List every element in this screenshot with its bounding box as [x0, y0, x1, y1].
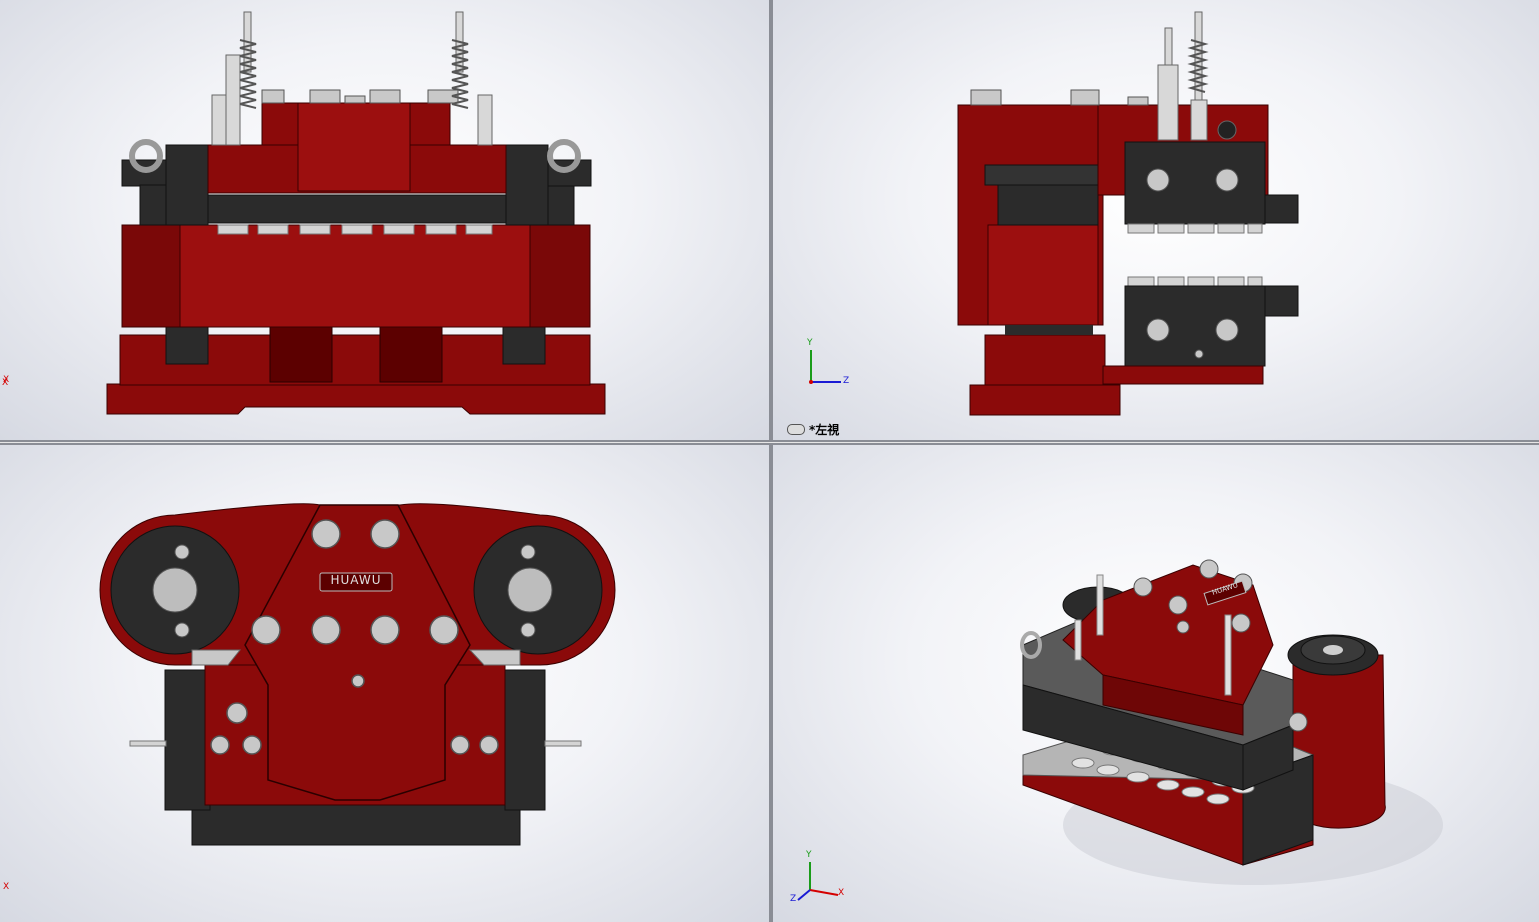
left-view-model[interactable]	[773, 0, 1539, 440]
viewport-left[interactable]: Y Z *左視	[773, 0, 1539, 440]
top-view-model[interactable]	[0, 445, 769, 922]
brand-label-top: HUAWU	[330, 573, 382, 587]
viewport-top[interactable]: HUAWU X	[0, 445, 769, 922]
left-triad-y: Y	[807, 338, 813, 348]
iso-triad-x: X	[838, 888, 845, 898]
viewport-isometric[interactable]: HUAWU Y X Z	[773, 445, 1539, 922]
front-view-model[interactable]	[0, 0, 769, 440]
iso-axis-triad: Y X Z	[788, 850, 848, 905]
top-triad-x: X	[3, 882, 10, 892]
iso-triad-z: Z	[790, 894, 797, 904]
viewport-front[interactable]: X X	[0, 0, 769, 440]
iso-triad-y: Y	[806, 850, 812, 860]
view-name-text: *左視	[809, 423, 840, 437]
isometric-view-model[interactable]	[773, 445, 1539, 922]
view-orientation-label: *左視	[787, 421, 839, 438]
front-triad-x: X	[3, 375, 10, 385]
link-view-icon[interactable]	[787, 424, 805, 435]
left-axis-triad: Y Z	[803, 338, 853, 392]
left-triad-z: Z	[843, 376, 850, 386]
